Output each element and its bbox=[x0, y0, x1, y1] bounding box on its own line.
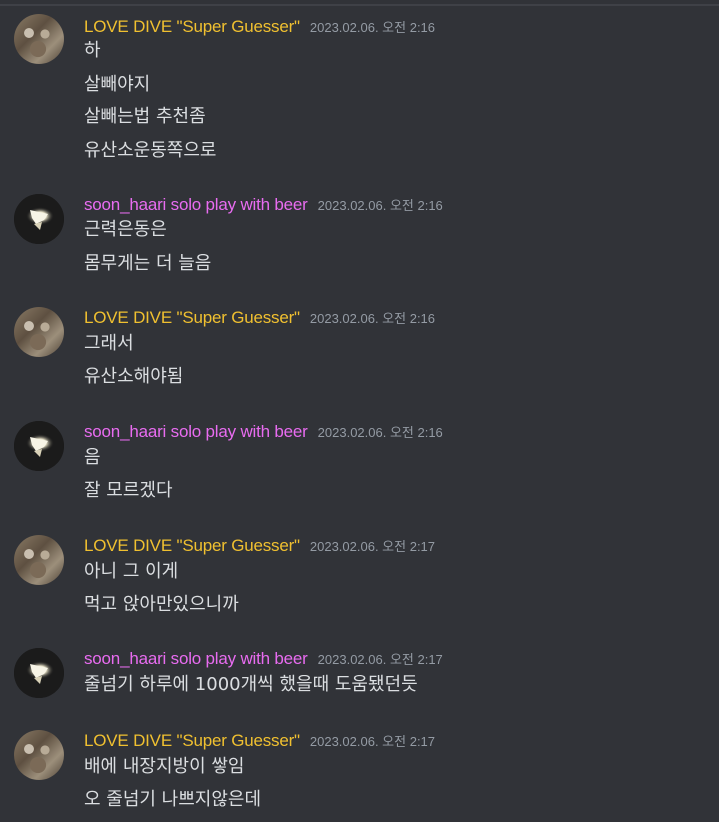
timestamp: 2023.02.06. 오전 2:17 bbox=[309, 539, 436, 554]
avatar[interactable] bbox=[14, 14, 64, 64]
message-header: LOVE DIVE "Super Guesser" 2023.02.06. 오전 … bbox=[84, 307, 435, 329]
message-text: 음 bbox=[84, 447, 101, 468]
message-text: 근력은동은 bbox=[84, 219, 167, 240]
message-header: soon_haari solo play with beer 2023.02.06… bbox=[84, 648, 443, 670]
message-header: LOVE DIVE "Super Guesser" 2023.02.06. 오전 … bbox=[84, 16, 435, 38]
timestamp: 2023.02.06. 오전 2:17 bbox=[317, 652, 443, 667]
username[interactable]: LOVE DIVE "Super Guesser" bbox=[84, 731, 300, 750]
message-header: soon_haari solo play with beer 2023.02.06… bbox=[84, 421, 443, 443]
message-header: LOVE DIVE "Super Guesser" 2023.02.06. 오전 … bbox=[84, 730, 435, 752]
beer-glow-icon bbox=[14, 421, 64, 471]
message-text: 살빼는법 추천좀 bbox=[84, 106, 206, 127]
username[interactable]: LOVE DIVE "Super Guesser" bbox=[84, 536, 300, 555]
username[interactable]: soon_haari solo play with beer bbox=[84, 422, 308, 441]
username[interactable]: soon_haari solo play with beer bbox=[84, 195, 308, 214]
timestamp: 2023.02.06. 오전 2:16 bbox=[309, 20, 436, 35]
avatar[interactable] bbox=[14, 535, 64, 585]
timestamp: 2023.02.06. 오전 2:16 bbox=[309, 311, 436, 326]
avatar[interactable] bbox=[14, 194, 64, 244]
username[interactable]: LOVE DIVE "Super Guesser" bbox=[84, 17, 300, 36]
username[interactable]: LOVE DIVE "Super Guesser" bbox=[84, 308, 300, 327]
top-divider bbox=[0, 4, 719, 6]
message-text: 잘 모르겠다 bbox=[84, 480, 173, 501]
beer-glow-icon bbox=[14, 194, 64, 244]
message-text: 그래서 bbox=[84, 333, 134, 354]
timestamp: 2023.02.06. 오전 2:16 bbox=[317, 425, 443, 440]
message-text: 배에 내장지방이 쌓임 bbox=[84, 756, 245, 777]
avatar[interactable] bbox=[14, 421, 64, 471]
timestamp: 2023.02.06. 오전 2:17 bbox=[309, 734, 436, 749]
message-header: LOVE DIVE "Super Guesser" 2023.02.06. 오전 … bbox=[84, 535, 435, 557]
message-text: 유산소해야됨 bbox=[84, 366, 184, 387]
message-text: 아니 그 이게 bbox=[84, 561, 179, 582]
message-text: 줄넘기 하루에 1000개씩 했을때 도움됐던듯 bbox=[84, 674, 418, 695]
avatar[interactable] bbox=[14, 730, 64, 780]
username[interactable]: soon_haari solo play with beer bbox=[84, 649, 308, 668]
beer-glow-icon bbox=[14, 648, 64, 698]
message-text: 몸무게는 더 늘음 bbox=[84, 253, 212, 274]
avatar[interactable] bbox=[14, 648, 64, 698]
message-text: 유산소운동쪽으로 bbox=[84, 140, 217, 161]
message-text: 먹고 앉아만있으니까 bbox=[84, 594, 239, 615]
message-text: 오 줄넘기 나쁘지않은데 bbox=[84, 789, 262, 810]
message-text: 하 bbox=[84, 40, 101, 61]
message-header: soon_haari solo play with beer 2023.02.06… bbox=[84, 194, 443, 216]
timestamp: 2023.02.06. 오전 2:16 bbox=[317, 198, 443, 213]
avatar[interactable] bbox=[14, 307, 64, 357]
message-text: 살빼야지 bbox=[84, 74, 151, 95]
